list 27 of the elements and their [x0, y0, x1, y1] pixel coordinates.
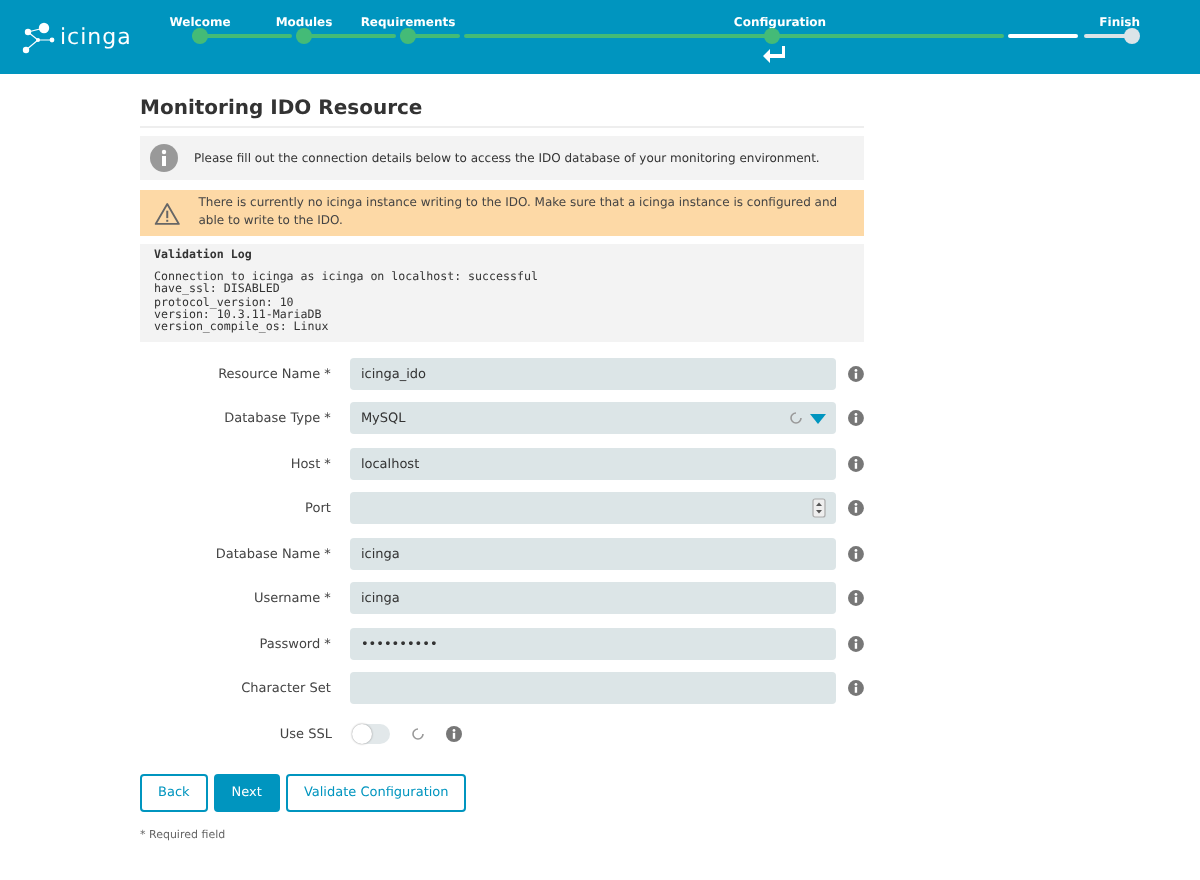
logo-icon: [20, 19, 56, 55]
step-dot[interactable]: [764, 28, 780, 44]
info-icon[interactable]: [848, 590, 864, 607]
input-field[interactable]: [350, 672, 837, 705]
info-icon[interactable]: [848, 410, 864, 427]
info-icon[interactable]: [446, 725, 462, 742]
input-field[interactable]: [350, 492, 837, 525]
progress-segment: [1008, 33, 1078, 39]
info-icon[interactable]: [848, 455, 864, 472]
refresh-icon: [788, 410, 805, 427]
step-dot[interactable]: [400, 28, 416, 44]
logo-text: icinga: [60, 24, 132, 50]
info-icon[interactable]: [848, 635, 864, 652]
caret-icon: [810, 413, 827, 424]
step-dot[interactable]: [296, 28, 312, 44]
toggle-switch[interactable]: [352, 723, 390, 744]
refresh-icon: [410, 725, 426, 742]
info-icon[interactable]: [848, 500, 864, 517]
page-title: Monitoring IDO Resource: [140, 98, 864, 128]
step-dot[interactable]: [192, 28, 208, 44]
info-icon[interactable]: [848, 365, 864, 382]
info-icon: [150, 144, 178, 172]
stepper-icon[interactable]: [812, 498, 827, 519]
info-icon[interactable]: [848, 680, 864, 697]
step-dot[interactable]: [1124, 28, 1140, 44]
warning-icon: [154, 199, 181, 228]
info-icon[interactable]: [848, 545, 864, 562]
